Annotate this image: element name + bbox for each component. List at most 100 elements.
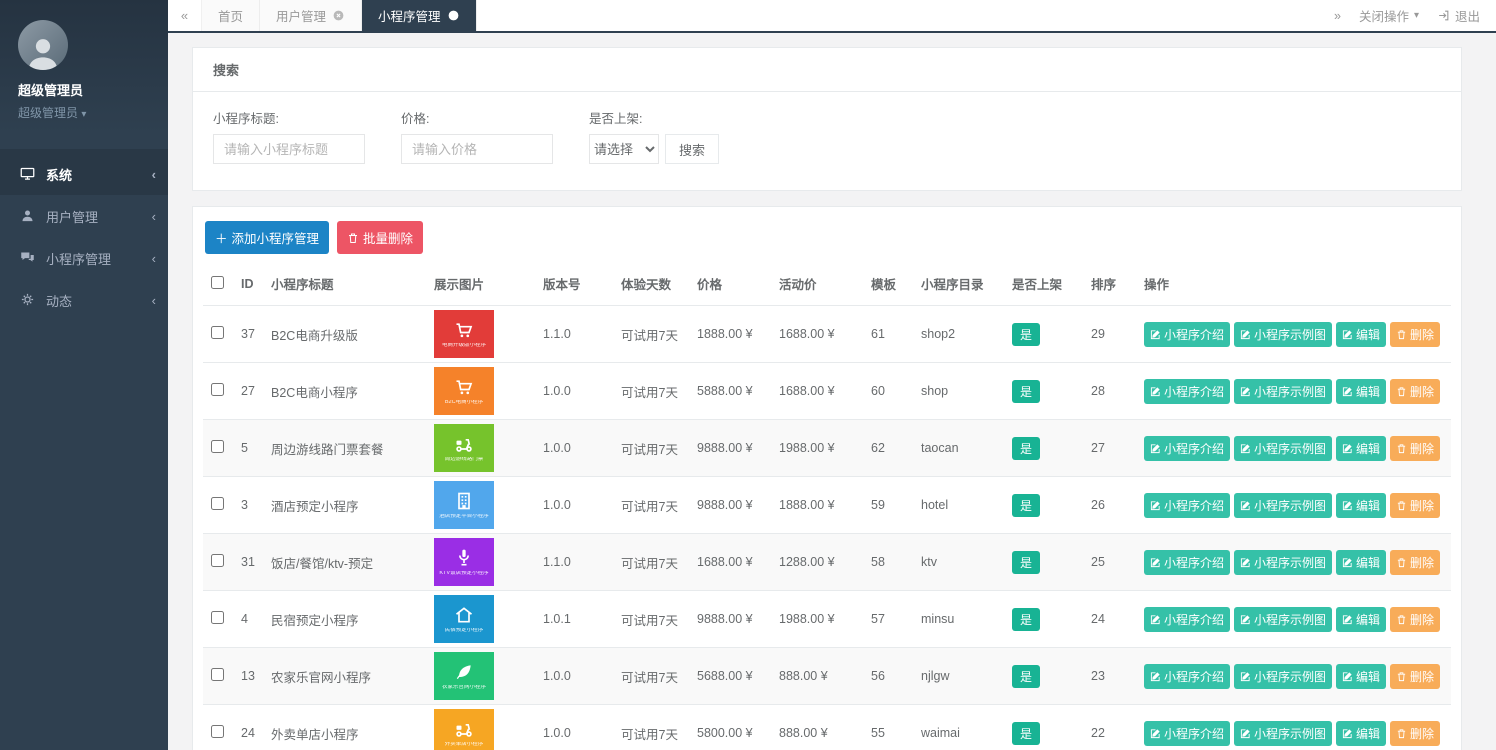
- action-intro-button[interactable]: 小程序介绍: [1144, 322, 1230, 347]
- action-edit-button[interactable]: 编辑: [1336, 436, 1386, 461]
- close-operations-dropdown[interactable]: 关闭操作▾: [1359, 6, 1419, 25]
- row-version: 1.0.0: [535, 363, 613, 420]
- trash-icon: [1396, 500, 1407, 511]
- sidebar-item[interactable]: 动态‹: [0, 279, 168, 321]
- tab[interactable]: 小程序管理: [362, 0, 477, 31]
- table-panel: ＋添加小程序管理 批量删除 ID小程序标题展示图片版本号体验天数价格活动价模板小…: [192, 206, 1462, 750]
- action-edit-button[interactable]: 编辑: [1336, 493, 1386, 518]
- action-edit-button[interactable]: 编辑: [1336, 550, 1386, 575]
- action-intro-button[interactable]: 小程序介绍: [1144, 550, 1230, 575]
- action-intro-button[interactable]: 小程序介绍: [1144, 493, 1230, 518]
- action-examples-button[interactable]: 小程序示例图: [1234, 493, 1332, 518]
- row-directory: shop2: [913, 306, 1004, 363]
- row-checkbox[interactable]: [211, 383, 224, 396]
- action-delete-button[interactable]: 删除: [1390, 721, 1440, 746]
- sidebar-item[interactable]: 用户管理‹: [0, 195, 168, 237]
- action-examples-button[interactable]: 小程序示例图: [1234, 721, 1332, 746]
- action-intro-button[interactable]: 小程序介绍: [1144, 607, 1230, 632]
- search-button[interactable]: 搜索: [665, 134, 719, 164]
- select-all-checkbox[interactable]: [211, 276, 224, 289]
- row-checkbox[interactable]: [211, 611, 224, 624]
- action-intro-button[interactable]: 小程序介绍: [1144, 721, 1230, 746]
- row-checkbox[interactable]: [211, 440, 224, 453]
- row-trial: 可试用7天: [613, 591, 689, 648]
- tabs-scroll-right-button[interactable]: »: [1334, 9, 1341, 23]
- row-actions: 小程序介绍小程序示例图编辑删除: [1144, 550, 1443, 575]
- action-examples-button[interactable]: 小程序示例图: [1234, 664, 1332, 689]
- tab[interactable]: 首页: [202, 0, 260, 31]
- row-checkbox[interactable]: [211, 326, 224, 339]
- row-checkbox[interactable]: [211, 725, 224, 738]
- action-examples-button[interactable]: 小程序示例图: [1234, 322, 1332, 347]
- batch-delete-button[interactable]: 批量删除: [337, 221, 423, 254]
- action-edit-button[interactable]: 编辑: [1336, 322, 1386, 347]
- display-image[interactable]: 民宿预定小程序: [434, 595, 494, 643]
- title-search-input[interactable]: [213, 134, 365, 164]
- action-edit-button[interactable]: 编辑: [1336, 664, 1386, 689]
- row-activity-price: 1688.00 ¥: [771, 306, 863, 363]
- row-activity-price: 1888.00 ¥: [771, 477, 863, 534]
- action-delete-button[interactable]: 删除: [1390, 322, 1440, 347]
- action-delete-button[interactable]: 删除: [1390, 493, 1440, 518]
- display-image[interactable]: B2C电商小程序: [434, 367, 494, 415]
- action-intro-button[interactable]: 小程序介绍: [1144, 664, 1230, 689]
- listed-select[interactable]: 请选择: [589, 134, 659, 164]
- action-examples-button[interactable]: 小程序示例图: [1234, 379, 1332, 404]
- display-image[interactable]: 周边游线路门票: [434, 424, 494, 472]
- action-delete-button[interactable]: 删除: [1390, 550, 1440, 575]
- row-checkbox[interactable]: [211, 554, 224, 567]
- add-miniprogram-button[interactable]: ＋添加小程序管理: [205, 221, 329, 254]
- tab-strip: 首页用户管理小程序管理: [202, 0, 477, 31]
- row-version: 1.0.0: [535, 477, 613, 534]
- action-edit-button[interactable]: 编辑: [1336, 607, 1386, 632]
- action-intro-button[interactable]: 小程序介绍: [1144, 436, 1230, 461]
- display-image[interactable]: 电商升级版小程序: [434, 310, 494, 358]
- action-intro-button[interactable]: 小程序介绍: [1144, 379, 1230, 404]
- tabs-scroll-left-button[interactable]: «: [168, 0, 202, 31]
- row-id: 4: [233, 591, 263, 648]
- action-examples-button[interactable]: 小程序示例图: [1234, 550, 1332, 575]
- cart-icon: [454, 320, 474, 340]
- tab-close-icon[interactable]: [447, 9, 460, 22]
- action-edit-button[interactable]: 编辑: [1336, 379, 1386, 404]
- display-image[interactable]: 酒店预定平台小程序: [434, 481, 494, 529]
- comments-icon: [20, 250, 36, 266]
- row-checkbox[interactable]: [211, 497, 224, 510]
- column-header: 模板: [863, 266, 913, 306]
- row-price: 5800.00 ¥: [689, 705, 771, 750]
- sidebar-item[interactable]: 小程序管理‹: [0, 237, 168, 279]
- row-actions: 小程序介绍小程序示例图编辑删除: [1144, 379, 1443, 404]
- action-examples-button[interactable]: 小程序示例图: [1234, 607, 1332, 632]
- logout-button[interactable]: 退出: [1437, 6, 1480, 25]
- row-version: 1.1.0: [535, 306, 613, 363]
- row-price: 5688.00 ¥: [689, 648, 771, 705]
- edit-icon: [1240, 557, 1251, 568]
- row-version: 1.0.0: [535, 648, 613, 705]
- action-delete-button[interactable]: 删除: [1390, 436, 1440, 461]
- tile-caption: 外卖单店小程序: [445, 742, 484, 748]
- action-edit-button[interactable]: 编辑: [1336, 721, 1386, 746]
- edit-icon: [1150, 728, 1161, 739]
- user-icon: [20, 208, 36, 224]
- listed-badge: 是: [1012, 722, 1040, 745]
- display-image[interactable]: KTV饭店预定小程序: [434, 538, 494, 586]
- row-activity-price: 888.00 ¥: [771, 705, 863, 750]
- display-image[interactable]: 农家乐官网小程序: [434, 652, 494, 700]
- sidebar-item[interactable]: 系统‹: [0, 153, 168, 195]
- tile-caption: 民宿预定小程序: [445, 628, 484, 634]
- price-search-input[interactable]: [401, 134, 553, 164]
- action-delete-button[interactable]: 删除: [1390, 607, 1440, 632]
- listed-field-label: 是否上架:: [589, 108, 719, 127]
- action-delete-button[interactable]: 删除: [1390, 379, 1440, 404]
- profile-role-dropdown[interactable]: 超级管理员 ▾: [18, 104, 168, 121]
- row-trial: 可试用7天: [613, 534, 689, 591]
- tab-close-icon[interactable]: [332, 9, 345, 22]
- trash-icon: [1396, 728, 1407, 739]
- tab[interactable]: 用户管理: [260, 0, 362, 31]
- row-checkbox[interactable]: [211, 668, 224, 681]
- avatar[interactable]: [18, 20, 68, 70]
- action-examples-button[interactable]: 小程序示例图: [1234, 436, 1332, 461]
- action-delete-button[interactable]: 删除: [1390, 664, 1440, 689]
- column-header: 活动价: [771, 266, 863, 306]
- display-image[interactable]: 外卖单店小程序: [434, 709, 494, 750]
